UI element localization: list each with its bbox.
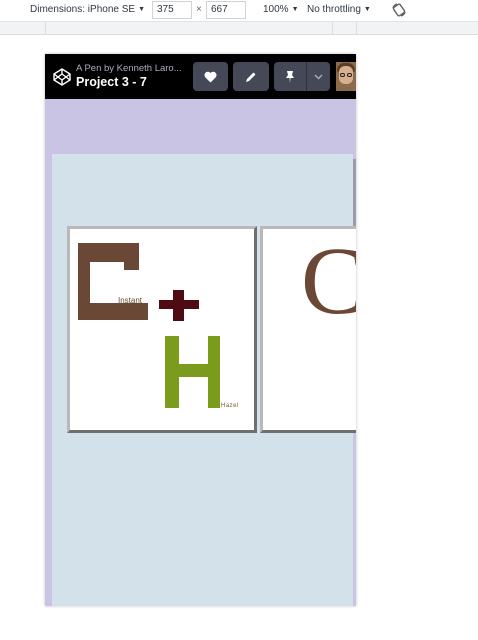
h-letter-shape [165,336,220,408]
artwork-tile-ch: Instant Hazel [67,226,257,433]
artwork-tile-c: C [260,226,356,433]
pen-output: Instant Hazel C [45,99,356,606]
ruler-mark [45,22,46,35]
pen-author[interactable]: A Pen by Kenneth Laro... [76,63,182,74]
chevron-down-icon [314,74,323,79]
times-sign: × [196,4,202,15]
h-letter-label: Hazel [221,403,239,409]
c-serif-letter-text: C [301,229,356,334]
device-select-label: Dimensions: iPhone SE [30,4,136,15]
c-letter-label: Instant [118,296,143,305]
chevron-down-icon: ▼ [291,6,299,13]
pen-title: Project 3 - 7 [76,75,147,89]
rotate-icon[interactable] [391,2,407,18]
plus-sign-horizontal [159,300,199,309]
device-viewport: A Pen by Kenneth Laro... Project 3 - 7 I… [45,54,356,606]
codepen-header: A Pen by Kenneth Laro... Project 3 - 7 [45,54,356,99]
chevron-down-icon: ▼ [363,6,371,13]
ruler-mark [332,22,333,35]
avatar-glasses [340,73,345,77]
height-input[interactable]: 667 [206,1,246,19]
throttling-select[interactable]: No throttling ▼ [307,4,371,15]
devtools-ruler [0,22,478,35]
width-input[interactable]: 375 [152,1,192,19]
pin-menu-toggle[interactable] [307,74,330,80]
ch-monogram: Instant Hazel [78,243,239,409]
device-select[interactable]: Dimensions: iPhone SE ▼ [30,4,145,15]
pin-icon-wrap [274,70,306,83]
pin-button[interactable] [274,62,330,91]
c-letter-shape [78,243,148,320]
heart-icon [204,71,217,82]
avatar-glasses [347,73,352,77]
pin-icon [286,71,294,83]
codepen-logo-icon[interactable] [52,67,72,87]
edit-button[interactable] [233,62,269,91]
zoom-label: 100% [263,4,289,15]
like-button[interactable] [193,62,228,91]
throttling-label: No throttling [307,4,361,15]
devtools-device-toolbar: Dimensions: iPhone SE ▼ 375 × 667 100% ▼… [0,0,478,22]
user-avatar[interactable] [336,62,356,91]
artwork-panel: Instant Hazel C [52,154,356,606]
zoom-select[interactable]: 100% ▼ [263,4,299,15]
ruler-mark [356,22,357,35]
pencil-icon [246,72,256,82]
c-serif-letter: C [301,227,356,334]
chevron-down-icon: ▼ [138,6,145,13]
